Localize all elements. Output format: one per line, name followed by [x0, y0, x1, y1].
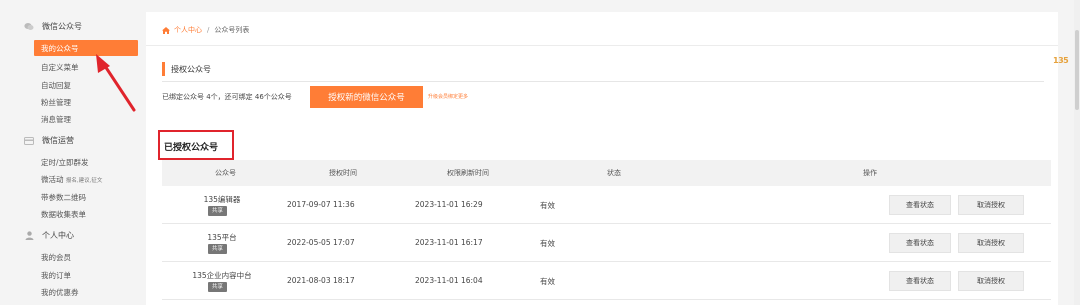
cancel-authorization-button[interactable]: 取消授权	[958, 195, 1024, 215]
sidebar-item-messages[interactable]: 消息管理	[41, 114, 71, 125]
view-status-button[interactable]: 查看状态	[889, 271, 951, 291]
breadcrumb-separator: /	[207, 26, 210, 34]
shared-tag: 共享	[208, 206, 228, 216]
view-status-button[interactable]: 查看状态	[889, 195, 951, 215]
shared-tag: 共享	[208, 282, 228, 292]
section-accent-bar	[162, 62, 165, 76]
chat-bubble-icon	[24, 22, 34, 32]
sidebar-item-my-accounts[interactable]: 我的公众号	[34, 40, 138, 56]
home-icon[interactable]	[162, 26, 170, 34]
sidebar-item-label: 我的公众号	[41, 44, 79, 53]
shared-tag: 共享	[208, 244, 228, 254]
account-name: 135编辑器	[203, 195, 241, 204]
sidebar-item-qrcode[interactable]: 带参数二维码	[41, 192, 86, 203]
auth-time: 2022-05-05 17:07	[287, 238, 355, 247]
table-row: 135平台 共享 2022-05-05 17:07 2023-11-01 16:…	[162, 224, 1051, 262]
sidebar-group-personal[interactable]: 个人中心	[24, 230, 74, 241]
sidebar-item-forms[interactable]: 数据收集表单	[41, 209, 86, 220]
sidebar-item-fans[interactable]: 粉丝管理	[41, 97, 71, 108]
accounts-table: 公众号 授权时间 权限刷新时间 状态 操作 135编辑器 共享 2017-09-…	[162, 160, 1051, 300]
refresh-time: 2023-11-01 16:04	[415, 276, 483, 285]
cancel-authorization-button[interactable]: 取消授权	[958, 233, 1024, 253]
sidebar-item-mass-send[interactable]: 定时/立即群发	[41, 157, 89, 168]
sidebar-item-membership[interactable]: 我的会员	[41, 252, 71, 263]
sidebar-item-custom-menu[interactable]: 自定义菜单	[41, 62, 79, 73]
user-icon	[24, 231, 34, 241]
breadcrumb-home-link[interactable]: 个人中心	[174, 25, 202, 35]
authorized-accounts-heading: 已授权公众号	[158, 130, 234, 160]
card-icon	[24, 136, 34, 146]
auth-time: 2021-08-03 18:17	[287, 276, 355, 285]
section-title-text: 授权公众号	[171, 64, 211, 74]
sidebar-item-orders[interactable]: 我的订单	[41, 270, 71, 281]
breadcrumb: 个人中心 / 公众号列表	[162, 25, 249, 35]
auth-time: 2017-09-07 11:36	[287, 200, 355, 209]
sidebar-group-wechat[interactable]: 微信公众号	[24, 21, 82, 32]
authorized-accounts-heading-text: 已授权公众号	[164, 143, 219, 153]
table-row: 135编辑器 共享 2017-09-07 11:36 2023-11-01 16…	[162, 186, 1051, 224]
cancel-authorization-button[interactable]: 取消授权	[958, 271, 1024, 291]
sidebar-group-label: 个人中心	[42, 231, 74, 240]
refresh-time: 2023-11-01 16:17	[415, 238, 483, 247]
authorize-new-account-button[interactable]: 授权新的微信公众号	[310, 86, 423, 108]
upgrade-membership-link[interactable]: 升级会员绑定更多	[428, 93, 468, 100]
bind-status-text: 已绑定公众号 4个，还可绑定 46个公众号	[162, 93, 292, 101]
135-logo-badge[interactable]: 135	[1053, 56, 1073, 70]
table-header: 公众号 授权时间 权限刷新时间 状态 操作	[162, 160, 1051, 186]
breadcrumb-current: 公众号列表	[214, 26, 250, 34]
column-header-actions: 操作	[863, 169, 877, 177]
view-status-button[interactable]: 查看状态	[889, 233, 951, 253]
sidebar-item-auto-reply[interactable]: 自动回复	[41, 80, 71, 91]
sidebar-item-note: 报名,建议,征文	[65, 178, 103, 184]
column-header-refresh-time: 权限刷新时间	[447, 169, 489, 177]
sidebar-item-label: 微活动	[41, 175, 64, 184]
divider	[162, 81, 1044, 82]
section-title: 授权公众号	[162, 62, 211, 76]
sidebar: 微信公众号 我的公众号 自定义菜单 自动回复 粉丝管理 消息管理 微信运营 定时…	[0, 0, 146, 305]
sidebar-item-micro-activity[interactable]: 微活动 报名,建议,征文	[41, 174, 102, 185]
column-header-status: 状态	[607, 169, 621, 177]
sidebar-item-coupons[interactable]: 我的优惠券	[41, 287, 79, 298]
table-row: 135企业内容中台 共享 2021-08-03 18:17 2023-11-01…	[162, 262, 1051, 300]
account-name: 135平台	[207, 233, 237, 242]
sidebar-group-ops[interactable]: 微信运营	[24, 135, 74, 146]
scrollbar-thumb[interactable]	[1075, 30, 1079, 110]
status-text: 有效	[540, 277, 555, 286]
sidebar-group-label: 微信公众号	[42, 22, 82, 31]
refresh-time: 2023-11-01 16:29	[415, 200, 483, 209]
column-header-auth-time: 授权时间	[329, 169, 357, 177]
main-panel: 个人中心 / 公众号列表 授权公众号 已绑定公众号 4个，还可绑定 46个公众号…	[146, 12, 1058, 305]
column-header-account: 公众号	[215, 169, 236, 177]
account-name: 135企业内容中台	[192, 271, 252, 280]
status-text: 有效	[540, 201, 555, 210]
sidebar-group-label: 微信运营	[42, 136, 74, 145]
scrollbar[interactable]	[1074, 0, 1080, 305]
status-text: 有效	[540, 239, 555, 248]
divider	[146, 45, 1058, 46]
